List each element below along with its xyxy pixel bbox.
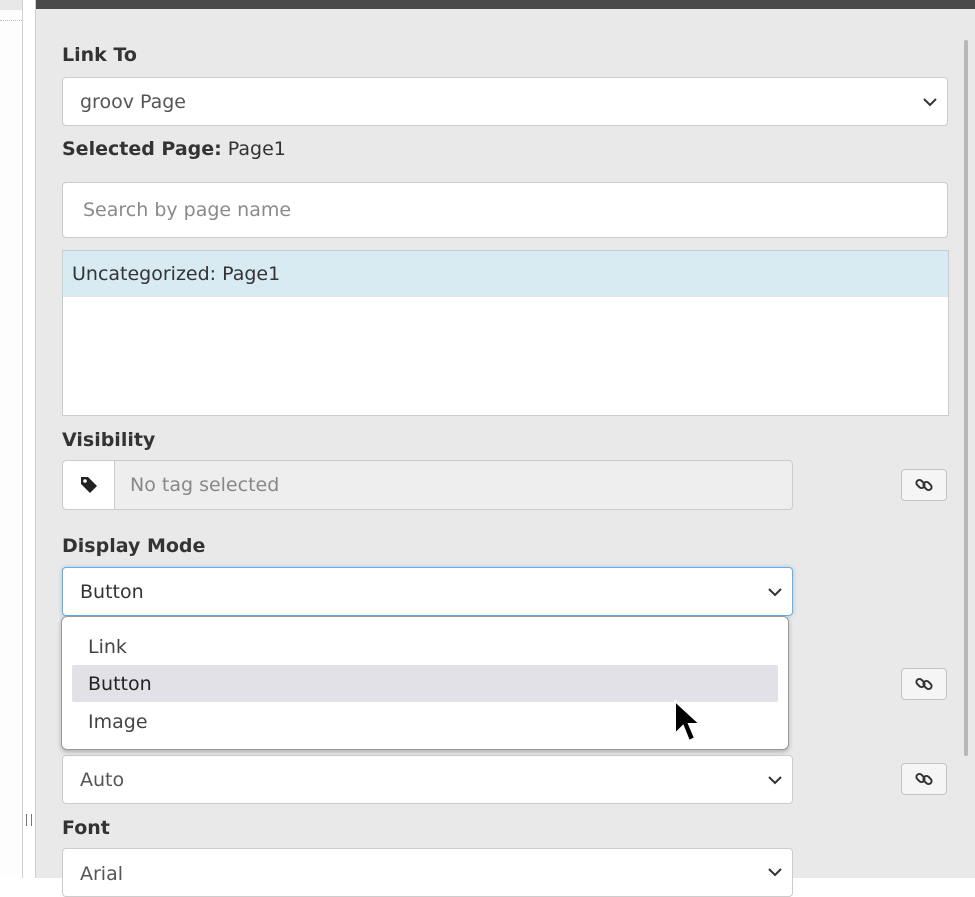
link-icon xyxy=(915,677,933,691)
tag-button[interactable] xyxy=(63,461,115,509)
display-mode-value: Button xyxy=(80,580,144,603)
search-placeholder: Search by page name xyxy=(83,199,292,221)
link-to-label: Link To xyxy=(62,44,137,66)
list-item-label: Uncategorized: Page1 xyxy=(72,263,281,285)
panel-title-bar xyxy=(36,0,975,9)
list-item[interactable]: Uncategorized: Page1 xyxy=(63,251,948,297)
size-link-button[interactable] xyxy=(901,763,947,795)
link-to-select[interactable]: groov Page xyxy=(62,77,948,126)
visibility-tag-picker[interactable]: No tag selected xyxy=(62,460,793,510)
link-to-value: groov Page xyxy=(80,90,186,113)
option-link[interactable]: Link xyxy=(72,628,778,665)
option-image[interactable]: Image xyxy=(72,703,778,740)
panel-scrollbar[interactable] xyxy=(964,40,968,756)
chevron-down-icon xyxy=(768,775,782,784)
chevron-down-icon xyxy=(768,587,782,596)
selected-page-value: Page1 xyxy=(227,138,286,160)
mouse-pointer-icon xyxy=(674,700,702,743)
option-label: Link xyxy=(88,635,127,658)
option-button[interactable]: Button xyxy=(72,665,778,702)
font-select[interactable]: Arial xyxy=(62,848,793,897)
visibility-placeholder: No tag selected xyxy=(130,474,280,496)
option-label: Image xyxy=(88,710,148,733)
font-label: Font xyxy=(62,817,110,839)
tag-icon xyxy=(80,477,97,493)
visibility-link-button[interactable] xyxy=(901,469,947,501)
left-edge-strip xyxy=(0,0,23,878)
left-strip-header xyxy=(0,0,22,10)
chevron-down-icon xyxy=(923,97,937,106)
display-mode-link-button[interactable] xyxy=(901,668,947,700)
page-search-box[interactable]: Search by page name xyxy=(62,182,948,238)
selected-page-label: Selected Page: xyxy=(62,138,222,160)
chevron-down-icon xyxy=(768,868,782,877)
size-select[interactable]: Auto xyxy=(62,755,793,804)
option-label: Button xyxy=(88,672,152,695)
display-mode-select[interactable]: Button xyxy=(62,567,793,616)
resize-grip[interactable] xyxy=(26,814,32,826)
link-icon xyxy=(915,772,933,786)
display-mode-label: Display Mode xyxy=(62,535,206,557)
visibility-label: Visibility xyxy=(62,429,156,451)
selected-page-line: Selected Page: Page1 xyxy=(62,138,286,160)
left-strip-divider xyxy=(0,20,22,21)
size-value: Auto xyxy=(80,768,125,791)
link-icon xyxy=(915,478,933,492)
page-list[interactable]: Uncategorized: Page1 xyxy=(62,250,949,416)
font-value: Arial xyxy=(80,863,124,885)
